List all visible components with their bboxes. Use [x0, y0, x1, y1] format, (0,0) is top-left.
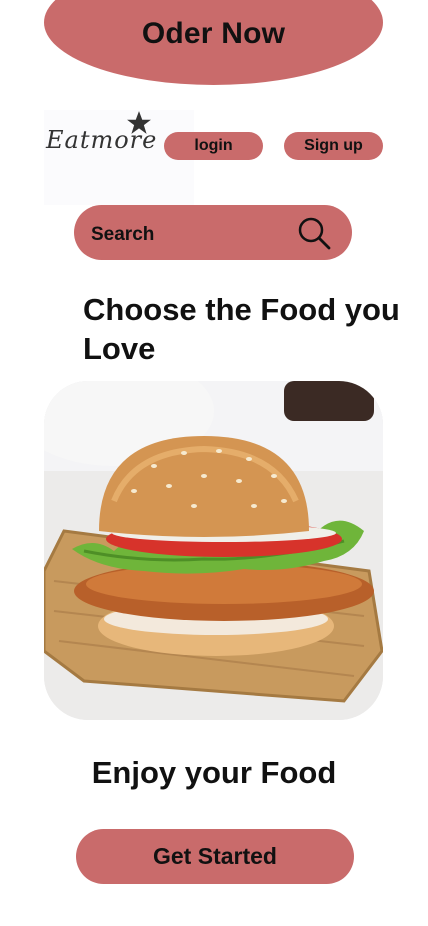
brand-name: Eatmore — [46, 126, 158, 154]
subheadline: Enjoy your Food — [91, 755, 337, 790]
signup-button[interactable]: Sign up — [284, 132, 383, 160]
search-input[interactable]: Search — [74, 205, 352, 260]
search-label: Search — [91, 224, 155, 245]
order-now-button[interactable]: Oder Now — [44, 0, 383, 85]
search-icon[interactable] — [296, 215, 332, 251]
login-button[interactable]: login — [164, 132, 263, 160]
page-title: Choose the Food you Love — [83, 292, 400, 366]
get-started-button[interactable]: Get Started — [76, 829, 354, 884]
order-now-label: Oder Now — [141, 17, 286, 50]
burger-image — [44, 381, 383, 720]
